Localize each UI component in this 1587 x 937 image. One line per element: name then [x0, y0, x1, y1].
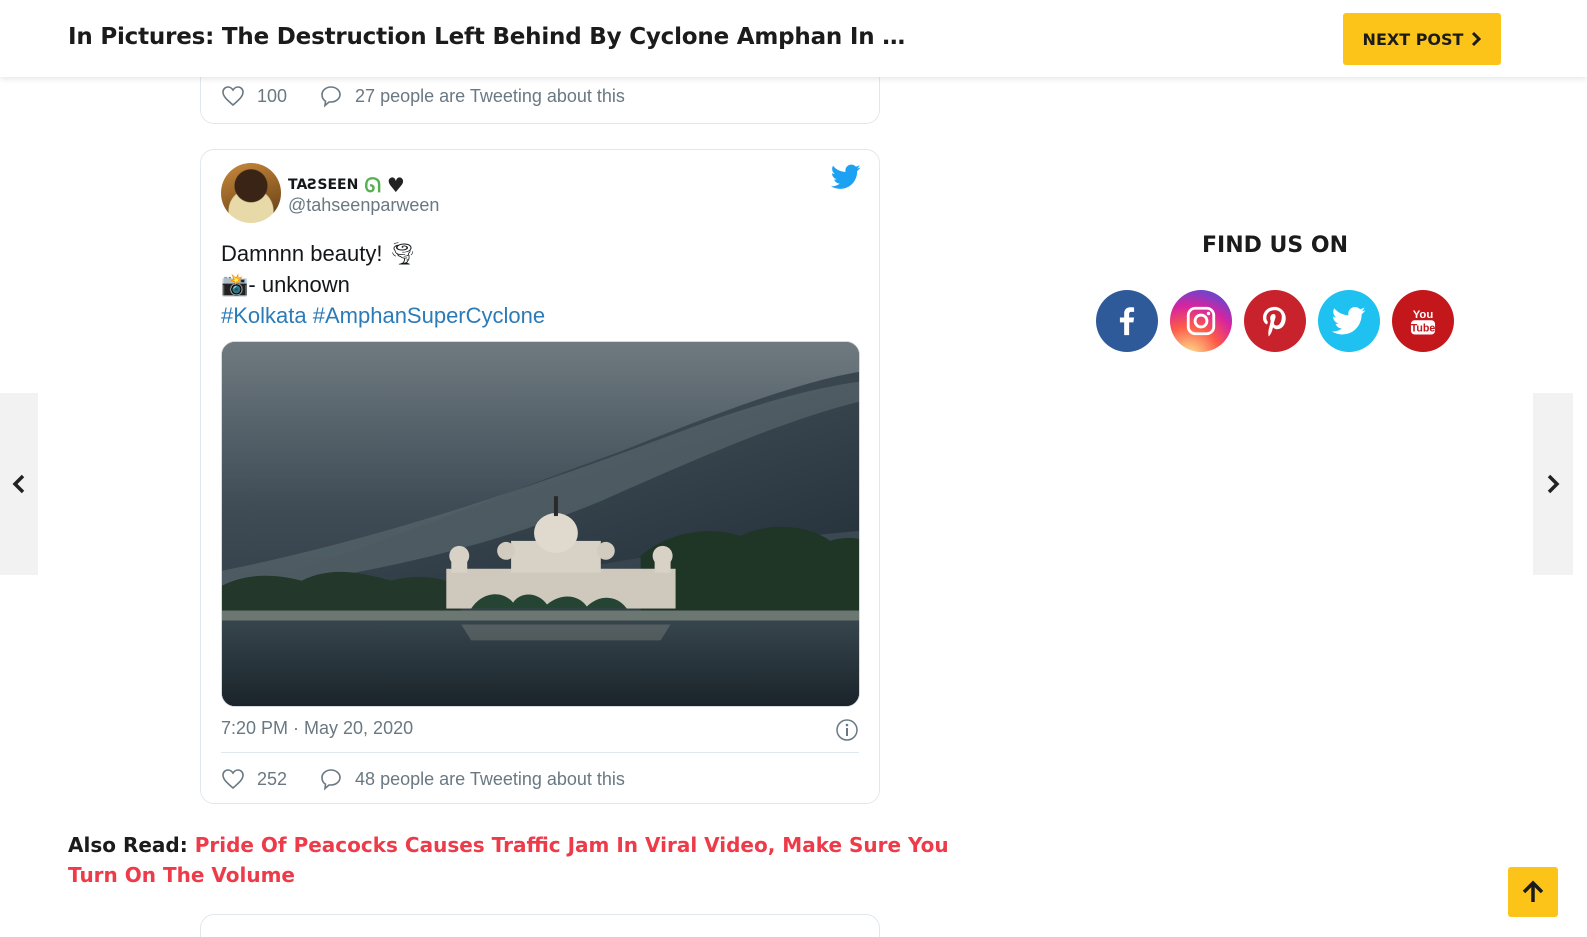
tweet-text: Damnnn beauty! 🌪 📸- unknown #Kolkata #Am… — [221, 238, 545, 331]
svg-text:Tube: Tube — [1411, 323, 1436, 335]
hashtag-link[interactable]: #Kolkata — [221, 303, 307, 328]
youtube-button[interactable]: You Tube — [1392, 290, 1454, 352]
snake-emoji-icon: ᘏ — [364, 173, 381, 197]
page-title: In Pictures: The Destruction Left Behind… — [68, 24, 908, 50]
youtube-icon: You Tube — [1411, 309, 1436, 335]
like-action[interactable]: 100 — [221, 84, 287, 108]
tweet-text-line: Damnnn beauty! 🌪 — [221, 241, 417, 266]
chevron-right-icon — [1547, 474, 1560, 494]
comment-bubble-icon — [321, 86, 341, 108]
like-action[interactable]: 252 — [221, 767, 287, 791]
facebook-icon — [1119, 307, 1135, 336]
tweeting-action[interactable]: 48 people are Tweeting about this — [319, 767, 625, 791]
tweet-divider — [221, 752, 859, 753]
pinterest-icon — [1262, 306, 1286, 337]
tweet-hashtags: #Kolkata #AmphanSuperCyclone — [221, 300, 545, 331]
tweet-actions: 100 27 people are Tweeting about this — [221, 84, 657, 108]
social-links: You Tube — [1096, 290, 1454, 352]
next-post-arrow[interactable] — [1533, 393, 1573, 575]
heart-icon — [222, 769, 244, 790]
instagram-icon — [1186, 306, 1216, 336]
like-count: 252 — [257, 768, 288, 789]
hashtag-link[interactable]: #AmphanSuperCyclone — [313, 303, 545, 328]
also-read-link[interactable]: Pride Of Peacocks Causes Traffic Jam In … — [68, 833, 949, 887]
pinterest-button[interactable] — [1244, 290, 1306, 352]
chevron-left-icon — [12, 474, 25, 494]
tweeting-count: 48 people are Tweeting about this — [355, 768, 625, 789]
tweet-embed: TAƧSEEN ᘏ ♥ @tahseenparween Damnnn beaut… — [200, 149, 880, 804]
also-read: Also Read: Pride Of Peacocks Causes Traf… — [68, 830, 978, 890]
chevron-right-icon — [1472, 31, 1482, 47]
tweet-embed-next — [200, 914, 880, 937]
back-to-top-button[interactable] — [1508, 867, 1558, 917]
facebook-button[interactable] — [1096, 290, 1158, 352]
like-count: 100 — [257, 85, 288, 106]
tweet-timestamp[interactable]: 7:20 PM · May 20, 2020 — [221, 718, 413, 739]
info-icon[interactable] — [835, 718, 859, 742]
arrow-up-icon — [1522, 880, 1544, 902]
twitter-button[interactable] — [1318, 290, 1380, 352]
previous-post-arrow[interactable] — [0, 393, 38, 575]
author-handle[interactable]: @tahseenparween — [288, 195, 439, 216]
tweet-text-line: 📸- unknown — [221, 272, 350, 297]
sticky-header: In Pictures: The Destruction Left Behind… — [0, 0, 1587, 77]
heart-icon — [222, 86, 244, 107]
comment-bubble-icon — [321, 769, 341, 791]
twitter-icon — [1332, 306, 1366, 335]
tweet-photo[interactable] — [221, 341, 860, 707]
tweeting-count: 27 people are Tweeting about this — [355, 85, 625, 106]
tweet-actions: 252 48 people are Tweeting about this — [221, 767, 657, 791]
twitter-logo-icon[interactable] — [831, 164, 861, 190]
instagram-button[interactable] — [1170, 290, 1232, 352]
storm-over-monument-image — [222, 342, 859, 706]
next-post-label: NEXT POST — [1362, 29, 1464, 49]
black-heart-icon: ♥ — [386, 173, 405, 197]
svg-text:You: You — [1413, 309, 1434, 321]
tweet-author[interactable]: TAƧSEEN ᘏ ♥ — [288, 173, 405, 197]
find-us-title: FIND US ON — [1201, 233, 1349, 258]
next-post-button[interactable]: NEXT POST — [1343, 13, 1501, 65]
avatar[interactable] — [221, 163, 281, 223]
author-name-text: TAƧSEEN — [288, 177, 359, 193]
also-read-label: Also Read: — [68, 833, 188, 857]
tweeting-action[interactable]: 27 people are Tweeting about this — [319, 84, 625, 108]
